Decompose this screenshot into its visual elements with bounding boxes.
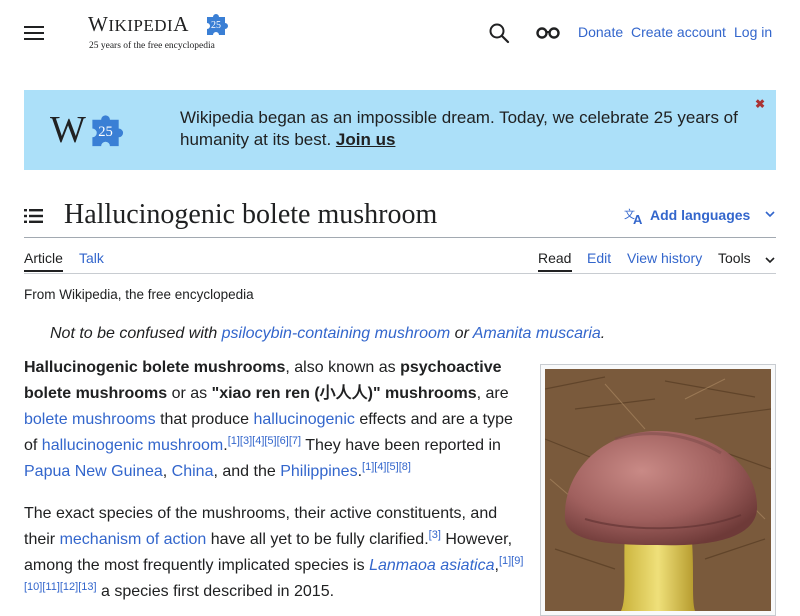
banner-logo-w: W — [50, 109, 86, 151]
logo-tagline: 25 years of the free encyclopedia — [89, 41, 215, 51]
hatnote: Not to be confused with psilocybin-conta… — [50, 325, 606, 342]
tab-read-underline — [538, 270, 572, 272]
link-mechanism-of-action[interactable]: mechanism of action — [60, 531, 207, 548]
title-divider — [24, 237, 776, 238]
second-paragraph: The exact species of the mushrooms, thei… — [24, 505, 524, 600]
tab-article-underline — [24, 270, 63, 272]
citation-refs[interactable]: [1][4][5][8] — [362, 461, 411, 473]
link-hallucinogenic[interactable]: hallucinogenic — [253, 411, 354, 428]
site-subtitle: From Wikipedia, the free encyclopedia — [24, 287, 254, 302]
create-account-link[interactable]: Create account — [631, 24, 726, 40]
logo-wordmark: WIKIPEDIA — [88, 12, 189, 36]
page-title: Hallucinogenic bolete mushroom — [64, 199, 438, 230]
link-philippines[interactable]: Philippines — [280, 463, 357, 480]
lead-paragraph: Hallucinogenic bolete mushrooms, also kn… — [24, 359, 513, 480]
tab-talk[interactable]: Talk — [79, 250, 104, 266]
banner-logo: W 25 — [50, 110, 130, 150]
link-papua-new-guinea[interactable]: Papua New Guinea — [24, 463, 163, 480]
link-china[interactable]: China — [172, 463, 214, 480]
tools-chevron-down-icon[interactable] — [764, 254, 776, 266]
mushroom-photo — [545, 369, 771, 611]
close-icon[interactable]: ✖ — [754, 98, 766, 110]
wikipedia-logo[interactable]: WIKIPEDIA 25 25 years of the free encycl… — [88, 10, 238, 54]
tab-edit[interactable]: Edit — [587, 250, 611, 266]
join-us-link[interactable]: Join us — [336, 130, 396, 149]
svg-text:A: A — [633, 212, 643, 226]
hatnote-link-amanita[interactable]: Amanita muscaria — [473, 325, 601, 342]
hamburger-menu-icon[interactable] — [24, 24, 44, 42]
anniversary-banner: W 25 Wikipedia began as an impossible dr… — [24, 90, 776, 170]
svg-text:25: 25 — [98, 124, 113, 140]
chevron-down-icon — [765, 211, 775, 218]
tab-view-history[interactable]: View history — [627, 250, 702, 266]
donate-link[interactable]: Donate — [578, 24, 623, 40]
tabs-divider — [24, 273, 776, 274]
add-languages-label: Add languages — [650, 207, 751, 223]
infobox-image[interactable] — [540, 364, 776, 616]
table-of-contents-icon[interactable] — [24, 208, 44, 224]
svg-text:25: 25 — [211, 20, 221, 31]
glasses-icon[interactable] — [535, 22, 561, 44]
link-bolete-mushrooms[interactable]: bolete mushrooms — [24, 411, 156, 428]
banner-puzzle-icon: 25 — [92, 115, 124, 147]
link-hallucinogenic-mushroom[interactable]: hallucinogenic mushroom — [42, 437, 223, 454]
tab-article[interactable]: Article — [24, 250, 63, 266]
puzzle-25-icon: 25 — [207, 14, 228, 35]
log-in-link[interactable]: Log in — [734, 24, 772, 40]
hatnote-link-psilocybin[interactable]: psilocybin-containing mushroom — [222, 325, 451, 342]
banner-message: Wikipedia began as an impossible dream. … — [180, 108, 738, 149]
site-header: WIKIPEDIA 25 25 years of the free encycl… — [0, 0, 800, 66]
translate-icon: 文 A — [624, 207, 643, 226]
tab-tools[interactable]: Tools — [718, 250, 751, 266]
tab-read[interactable]: Read — [538, 250, 571, 266]
search-icon[interactable] — [486, 20, 512, 46]
link-lanmaoa-asiatica[interactable]: Lanmaoa asiatica — [369, 557, 494, 574]
citation-refs[interactable]: [3] — [429, 529, 441, 541]
citation-refs[interactable]: [1][3][4][5][6][7] — [228, 435, 301, 447]
